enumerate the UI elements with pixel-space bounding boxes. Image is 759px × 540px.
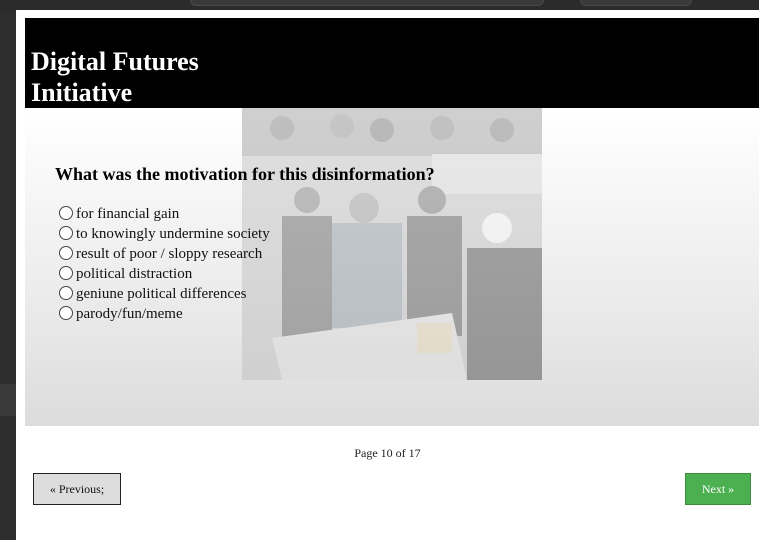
next-button[interactable]: Next » <box>685 473 751 505</box>
option-political-distraction[interactable]: political distraction <box>59 264 270 284</box>
option-label: political distraction <box>76 265 193 282</box>
answer-options: for financial gain to knowingly undermin… <box>59 204 270 324</box>
radio-button[interactable] <box>59 226 73 240</box>
address-bar[interactable] <box>190 0 544 6</box>
site-header: Digital Futures Initiative <box>25 18 759 108</box>
question-text: What was the motivation for this disinfo… <box>55 164 435 184</box>
option-label: geniune political differences <box>76 285 247 302</box>
background-photo <box>242 108 542 380</box>
option-label: result of poor / sloppy research <box>76 245 263 262</box>
page-indicator: Page 10 of 17 <box>354 446 421 460</box>
side-strip <box>0 384 16 416</box>
radio-button[interactable] <box>59 206 73 220</box>
option-label: to knowingly undermine society <box>76 225 270 242</box>
toolbar-control[interactable] <box>580 0 692 6</box>
radio-button[interactable] <box>59 286 73 300</box>
option-parody[interactable]: parody/fun/meme <box>59 304 270 324</box>
option-label: for financial gain <box>76 205 180 222</box>
browser-top-bar <box>0 0 759 10</box>
option-political-differences[interactable]: geniune political differences <box>59 284 270 304</box>
radio-button[interactable] <box>59 306 73 320</box>
radio-button[interactable] <box>59 246 73 260</box>
survey-page: Digital Futures Initiative What was the … <box>16 10 759 540</box>
option-label: parody/fun/meme <box>76 305 183 322</box>
option-sloppy-research[interactable]: result of poor / sloppy research <box>59 244 270 264</box>
option-financial-gain[interactable]: for financial gain <box>59 204 270 224</box>
question-panel: What was the motivation for this disinfo… <box>25 108 759 426</box>
radio-button[interactable] <box>59 266 73 280</box>
option-undermine-society[interactable]: to knowingly undermine society <box>59 224 270 244</box>
previous-button[interactable]: « Previous; <box>33 473 121 505</box>
site-title: Digital Futures Initiative <box>31 47 199 107</box>
